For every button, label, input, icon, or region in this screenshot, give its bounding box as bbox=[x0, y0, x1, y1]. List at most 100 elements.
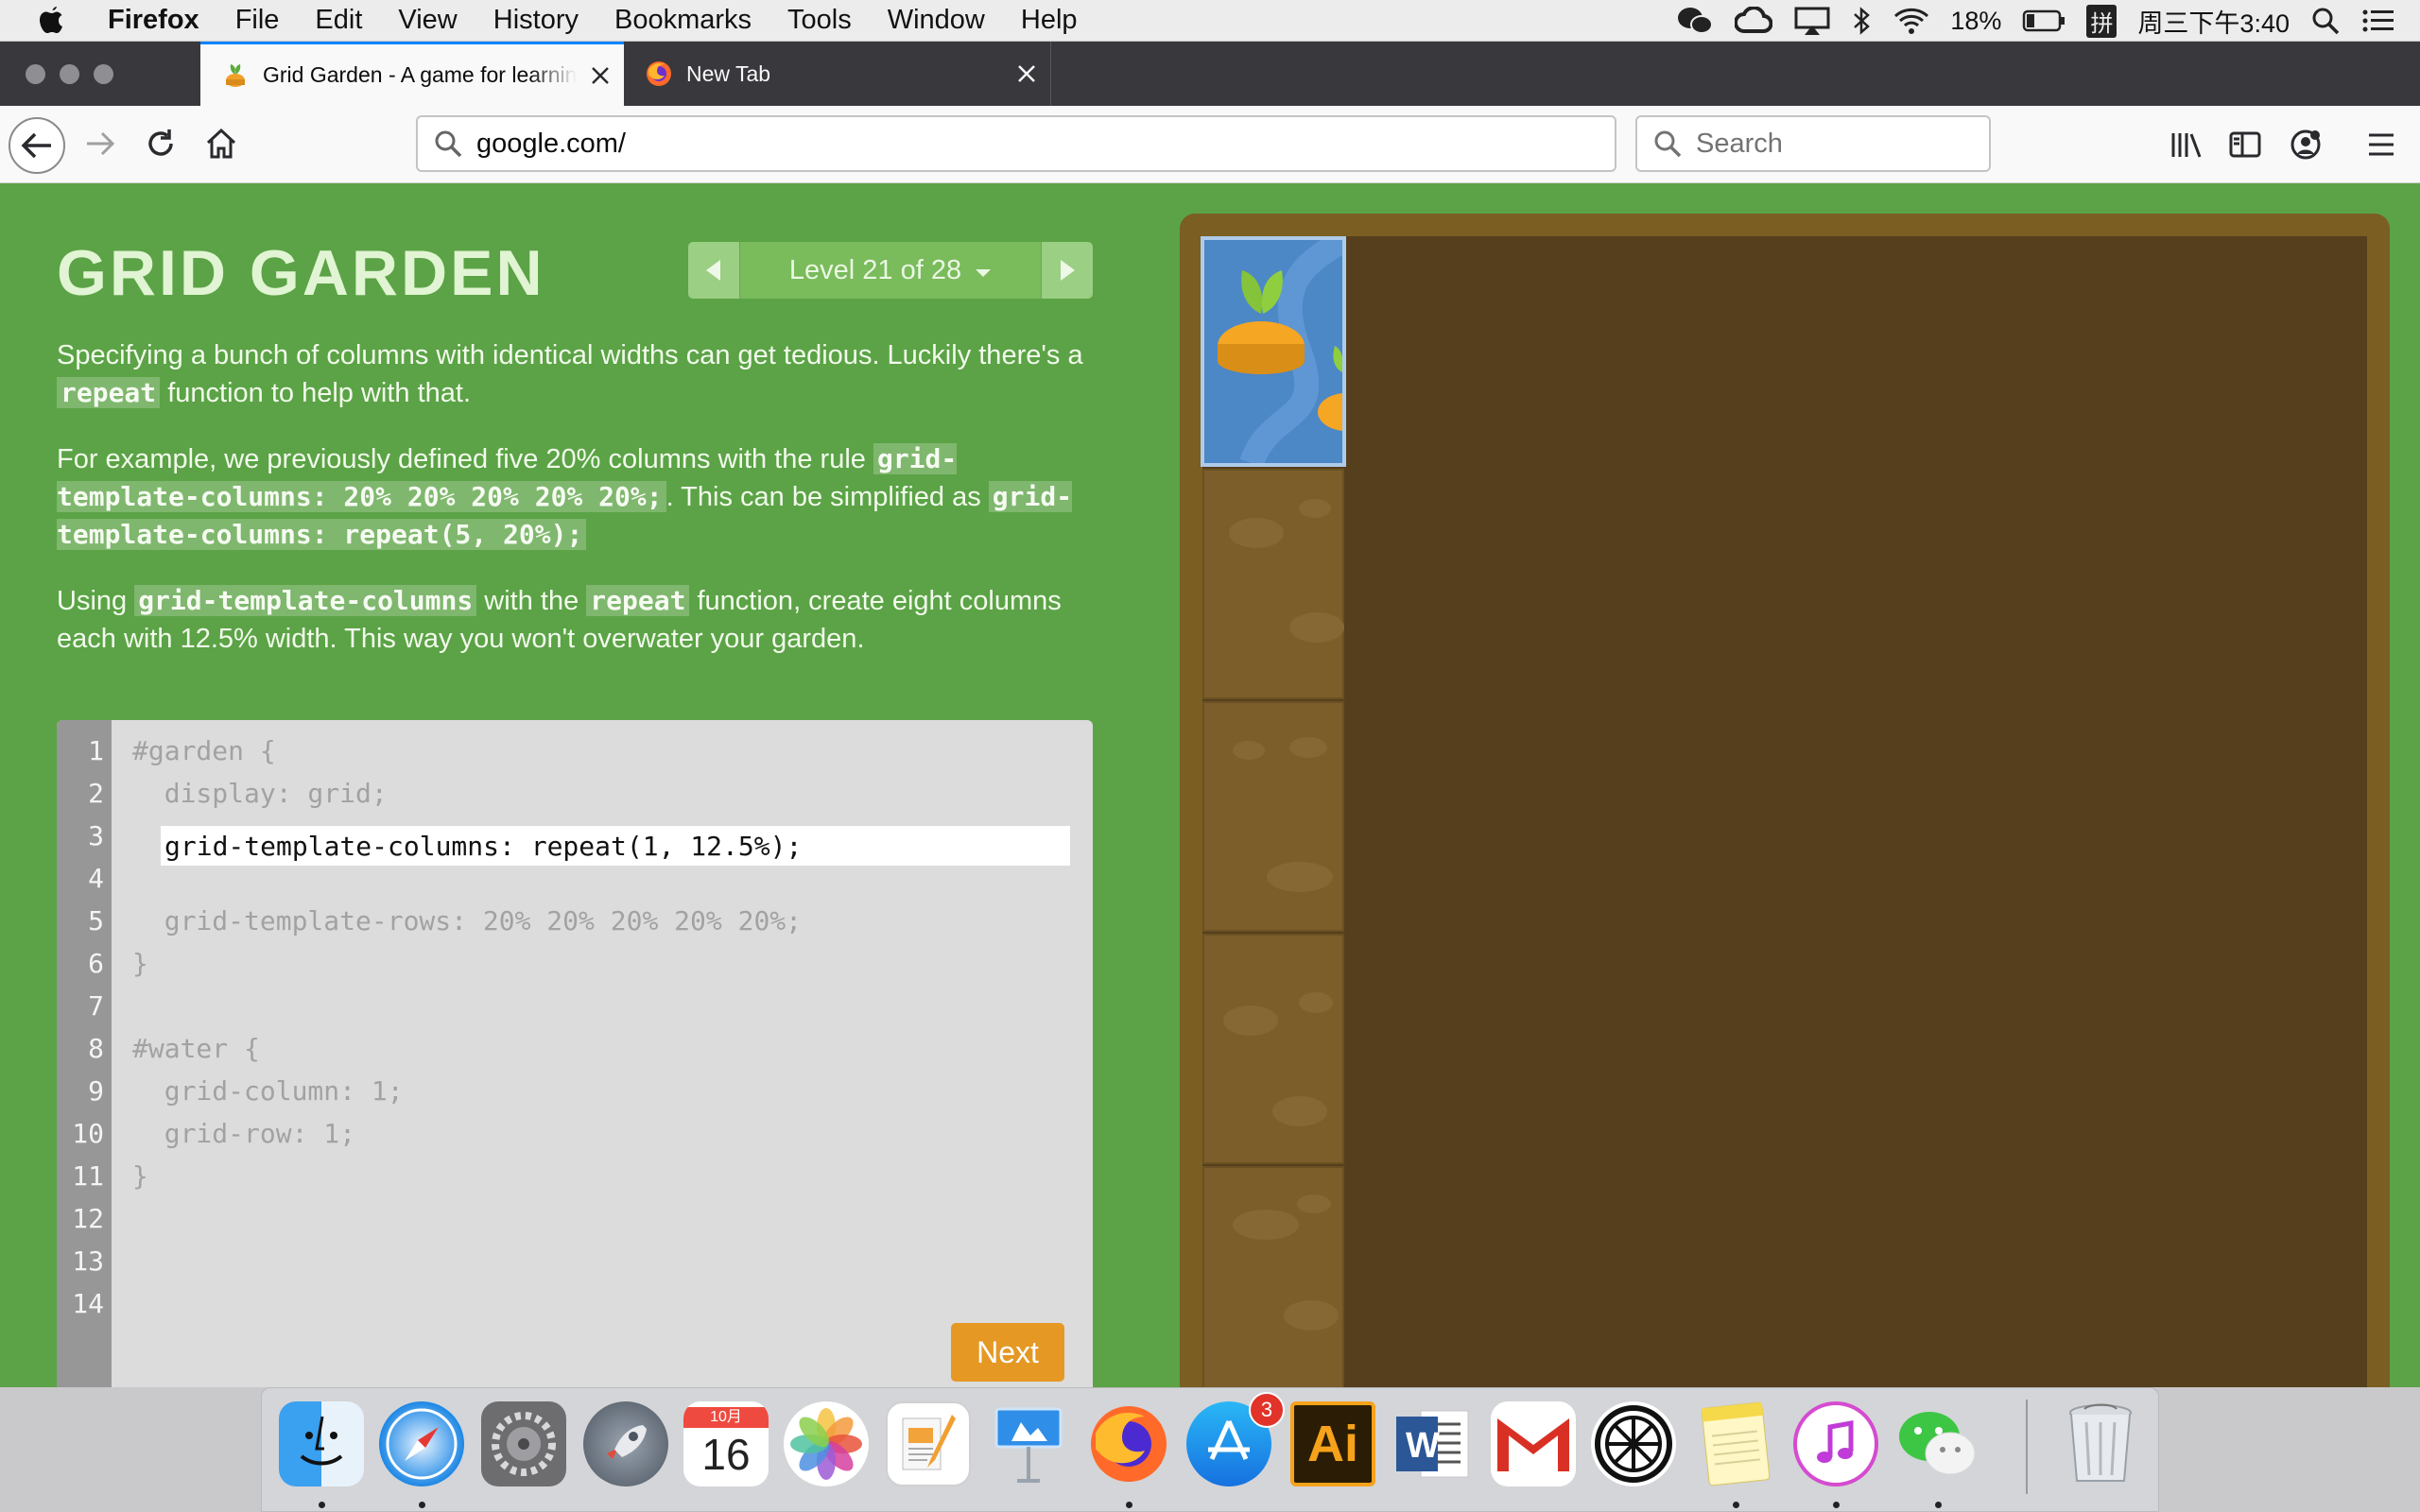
dock-launchpad-icon[interactable] bbox=[583, 1401, 668, 1486]
menu-file[interactable]: File bbox=[235, 5, 280, 36]
water-area bbox=[1201, 236, 1346, 467]
battery-icon[interactable] bbox=[2022, 9, 2066, 32]
menu-tools[interactable]: Tools bbox=[787, 5, 852, 36]
illustrator-label: Ai bbox=[1307, 1416, 1358, 1472]
wechat-status-icon[interactable] bbox=[1676, 6, 1714, 36]
address-bar[interactable]: google.com/ bbox=[416, 115, 1616, 172]
macos-menu-bar: Firefox File Edit View History Bookmarks… bbox=[0, 0, 2420, 42]
hamburger-menu-icon[interactable] bbox=[2360, 123, 2403, 166]
previous-level-button[interactable] bbox=[688, 242, 739, 299]
next-button[interactable]: Next bbox=[951, 1323, 1064, 1382]
code-snippet: grid-template-columns bbox=[134, 585, 477, 616]
account-icon[interactable] bbox=[2284, 123, 2327, 166]
dock-photos-icon[interactable] bbox=[784, 1401, 869, 1486]
close-tab-icon[interactable] bbox=[577, 52, 624, 99]
line-number: 7 bbox=[88, 990, 104, 1022]
window-minimize-button[interactable] bbox=[60, 64, 79, 84]
dock-running-indicator bbox=[1126, 1502, 1132, 1508]
dock-running-indicator bbox=[1733, 1502, 1739, 1508]
sidebar-toggle-icon[interactable] bbox=[2223, 123, 2267, 166]
code-line: display: grid; bbox=[132, 778, 388, 809]
soil-pebble bbox=[1233, 741, 1265, 760]
dock-notes-icon[interactable] bbox=[1693, 1401, 1778, 1486]
bluetooth-status-icon[interactable] bbox=[1852, 6, 1873, 36]
code-snippet: repeat bbox=[586, 585, 690, 616]
menu-history[interactable]: History bbox=[493, 5, 579, 36]
menu-app-firefox[interactable]: Firefox bbox=[108, 5, 199, 36]
dock-keynote-icon[interactable] bbox=[986, 1401, 1071, 1486]
instruction-text: function to help with that. bbox=[160, 378, 472, 408]
wifi-status-icon[interactable] bbox=[1893, 7, 1929, 35]
menu-help[interactable]: Help bbox=[1021, 5, 1078, 36]
menu-bar-clock[interactable]: 周三下午3:40 bbox=[2137, 3, 2290, 40]
line-number: 1 bbox=[88, 735, 104, 766]
library-icon[interactable] bbox=[2165, 123, 2208, 166]
menu-view[interactable]: View bbox=[398, 5, 457, 36]
address-bar-url: google.com/ bbox=[476, 128, 626, 159]
dock-illustrator-icon[interactable]: Ai bbox=[1290, 1401, 1375, 1486]
game-title: GRID GARDEN bbox=[57, 237, 545, 309]
dock-safari-icon[interactable] bbox=[379, 1401, 464, 1486]
dock-wechat-icon[interactable] bbox=[1895, 1401, 1980, 1486]
spotlight-search-icon[interactable] bbox=[2310, 6, 2341, 36]
css-answer-input[interactable] bbox=[161, 826, 1070, 866]
dock-running-indicator bbox=[419, 1502, 425, 1508]
next-level-button[interactable] bbox=[1042, 242, 1093, 299]
soil-bed bbox=[1202, 469, 1344, 699]
dock-orange-app-icon[interactable] bbox=[1591, 1401, 1676, 1486]
menu-window[interactable]: Window bbox=[888, 5, 985, 36]
back-button[interactable] bbox=[9, 117, 65, 174]
code-line: grid-template-rows: 20% 20% 20% 20% 20%; bbox=[132, 905, 803, 936]
input-method-icon[interactable]: 拼 bbox=[2086, 4, 2118, 38]
browser-tab-bar: Grid Garden - A game for learning CSS gr… bbox=[0, 42, 2420, 130]
search-bar[interactable]: Search bbox=[1635, 115, 1991, 172]
level-navigation: Level 21 of 28 bbox=[688, 242, 1093, 299]
window-zoom-button[interactable] bbox=[94, 64, 113, 84]
soil-pebble bbox=[1223, 1005, 1278, 1036]
home-icon[interactable] bbox=[200, 123, 242, 164]
level-label: Level 21 of 28 bbox=[788, 254, 962, 285]
battery-percentage: 18% bbox=[1950, 6, 2002, 35]
menu-edit[interactable]: Edit bbox=[315, 5, 362, 36]
instruction-text: . This can be simplified as bbox=[666, 482, 989, 512]
code-line: grid-row: 1; bbox=[132, 1118, 356, 1149]
instruction-paragraph: Using grid-template-columns with the rep… bbox=[57, 582, 1097, 658]
instruction-text: Specifying a bunch of columns with ident… bbox=[57, 340, 1083, 370]
soil-pebble bbox=[1233, 1210, 1299, 1240]
dock-running-indicator bbox=[1935, 1502, 1942, 1508]
forward-button[interactable] bbox=[79, 123, 121, 164]
grid-garden-page: GRID GARDEN Level 21 of 28 Specifying a … bbox=[0, 183, 2420, 1387]
dock-pages-icon[interactable] bbox=[886, 1401, 971, 1486]
tab-title-new-tab: New Tab bbox=[686, 60, 771, 86]
dock-firefox-icon[interactable] bbox=[1086, 1401, 1171, 1486]
search-icon bbox=[433, 129, 463, 159]
dock-system-preferences-icon[interactable] bbox=[481, 1401, 566, 1486]
menu-bookmarks[interactable]: Bookmarks bbox=[614, 5, 752, 36]
dock-calendar-icon[interactable]: 10月 16 bbox=[683, 1401, 769, 1486]
tab-new-tab[interactable]: New Tab bbox=[624, 42, 1051, 106]
reload-icon[interactable] bbox=[140, 123, 182, 164]
dock-separator bbox=[2026, 1400, 2028, 1494]
soil-pebble bbox=[1284, 1300, 1339, 1331]
grid-garden-favicon bbox=[221, 61, 250, 90]
creative-cloud-status-icon[interactable] bbox=[1735, 7, 1773, 35]
line-number: 14 bbox=[72, 1288, 104, 1319]
level-indicator[interactable]: Level 21 of 28 bbox=[739, 242, 1042, 299]
tab-grid-garden[interactable]: Grid Garden - A game for learning CSS gr… bbox=[200, 42, 624, 106]
window-close-button[interactable] bbox=[26, 64, 45, 84]
soil-pebble bbox=[1289, 612, 1344, 643]
notification-center-icon[interactable] bbox=[2361, 7, 2395, 35]
dock-itunes-icon[interactable] bbox=[1793, 1401, 1878, 1486]
soil-bed bbox=[1202, 701, 1344, 932]
code-line: } bbox=[132, 948, 148, 979]
level-instructions: Specifying a bunch of columns with ident… bbox=[57, 336, 1097, 686]
dock-word-icon[interactable]: W bbox=[1389, 1401, 1474, 1486]
dock-finder-icon[interactable] bbox=[279, 1401, 364, 1486]
airplay-status-icon[interactable] bbox=[1793, 6, 1831, 36]
apple-menu-icon[interactable] bbox=[38, 5, 70, 37]
dock-trash-icon[interactable] bbox=[2058, 1401, 2143, 1486]
calendar-month: 10月 bbox=[683, 1407, 769, 1428]
soil-pebble bbox=[1299, 499, 1331, 518]
dock-gmail-icon[interactable] bbox=[1491, 1401, 1576, 1486]
close-tab-icon[interactable] bbox=[1003, 50, 1050, 97]
